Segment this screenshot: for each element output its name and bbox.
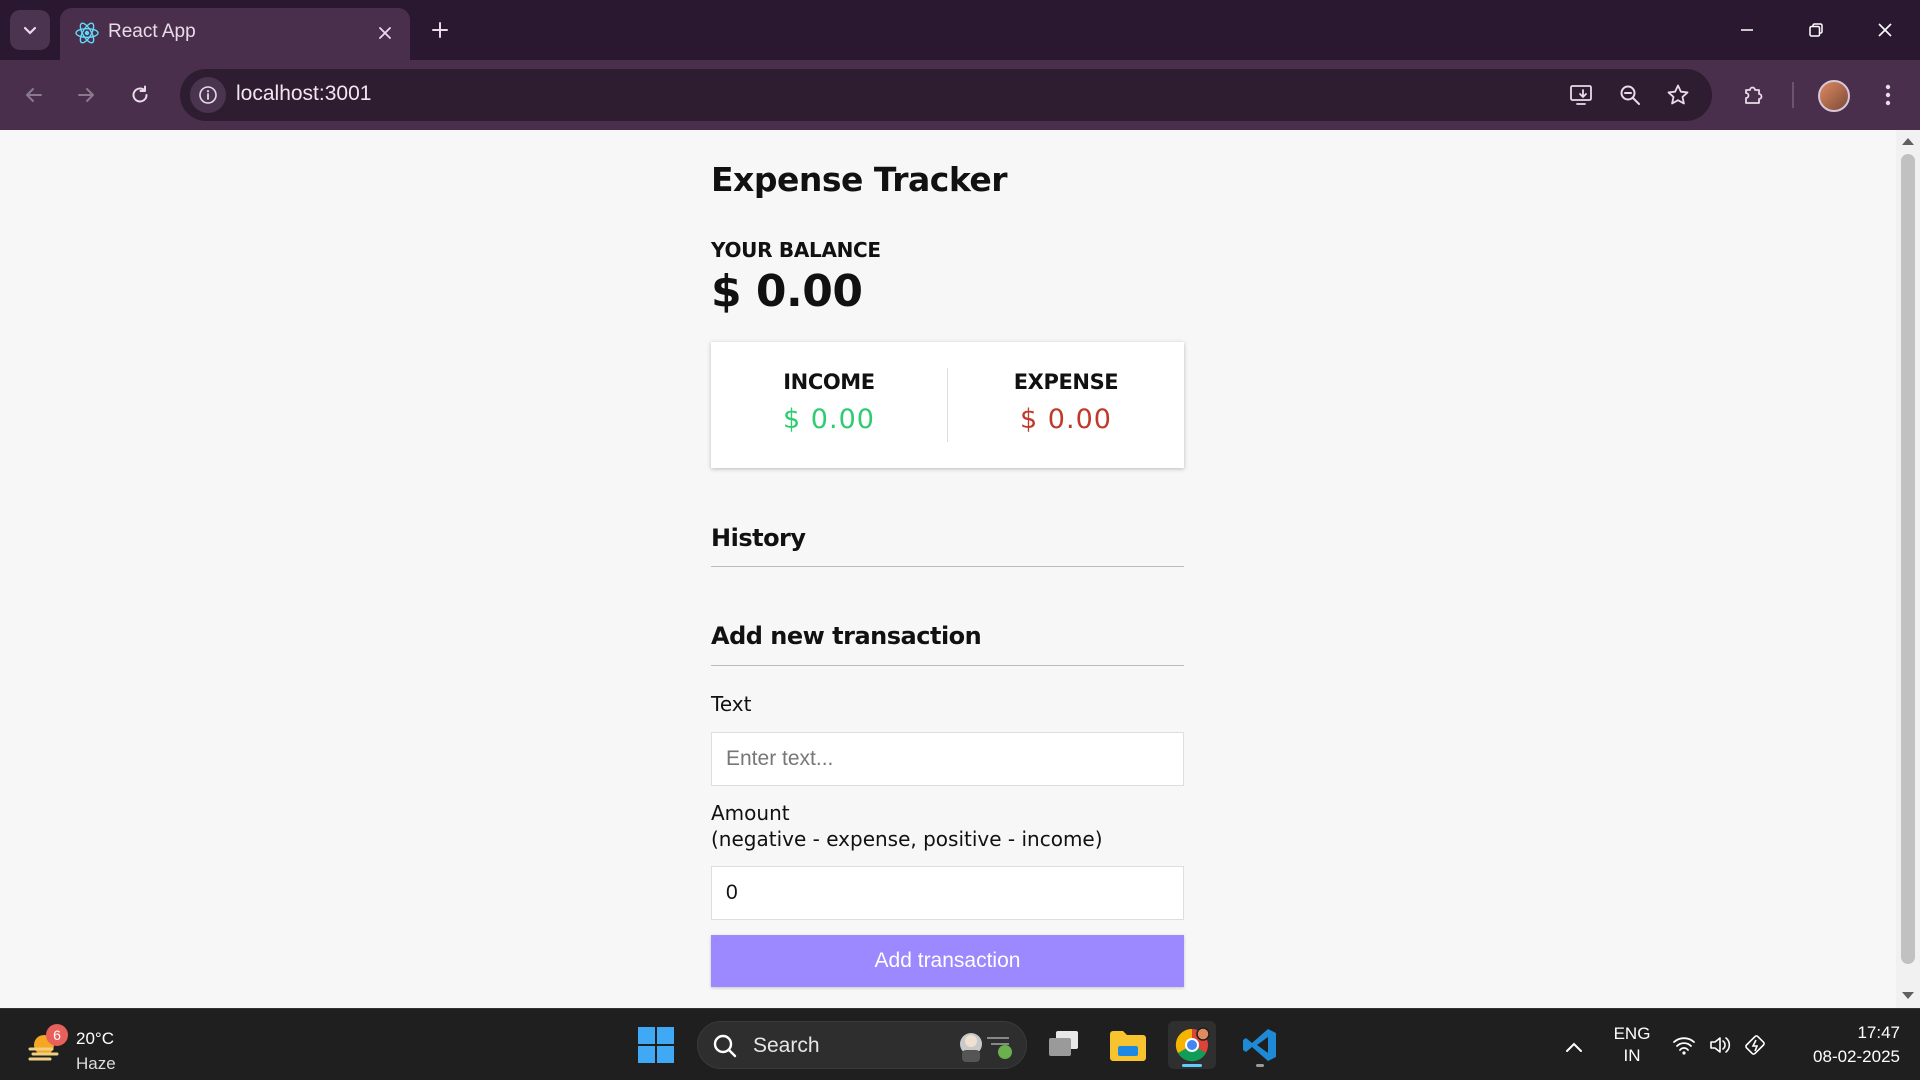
wifi-icon[interactable]: [1672, 1034, 1696, 1056]
expense-label: EXPENSE: [1013, 370, 1119, 394]
browser-menu-button[interactable]: [1868, 75, 1908, 115]
info-icon: [199, 86, 217, 104]
chrome-icon: [1175, 1027, 1210, 1062]
volume-icon[interactable]: [1708, 1034, 1732, 1056]
amount-label: Amount: [711, 801, 790, 825]
browser-toolbar: localhost:3001: [0, 60, 1920, 130]
restore-icon: [1809, 23, 1823, 37]
battery-charging-icon[interactable]: [1744, 1034, 1768, 1056]
language-indicator[interactable]: ENG IN: [1608, 1023, 1656, 1067]
history-divider: [711, 566, 1184, 567]
tab-strip: React App: [0, 0, 1920, 60]
reload-button[interactable]: [120, 75, 160, 115]
vscode-taskbar-button[interactable]: [1236, 1021, 1284, 1069]
windows-start-icon[interactable]: [636, 1025, 676, 1065]
zoom-button[interactable]: [1614, 79, 1646, 111]
amount-field-label: Amount (negative - expense, positive - i…: [711, 800, 1103, 852]
new-tab-button[interactable]: [422, 12, 458, 48]
scroll-up-arrow-icon[interactable]: [1902, 138, 1914, 145]
folder-icon: [1110, 1031, 1146, 1061]
close-icon: [1878, 23, 1892, 37]
show-hidden-icons-button[interactable]: [1556, 1033, 1592, 1061]
address-bar[interactable]: localhost:3001: [180, 69, 1712, 121]
text-input[interactable]: [711, 732, 1184, 786]
bookmark-button[interactable]: [1662, 79, 1694, 111]
taskbar-search[interactable]: Search: [697, 1021, 1027, 1069]
income-value: $ 0.00: [783, 404, 875, 435]
tab-close-button[interactable]: [372, 20, 398, 46]
weather-temperature: 20°C: [76, 1029, 114, 1048]
scroll-thumb[interactable]: [1901, 154, 1915, 964]
chevron-up-icon: [1566, 1042, 1582, 1052]
text-field-label: Text: [711, 692, 752, 716]
add-transaction-divider: [711, 665, 1184, 666]
income-block: INCOME $ 0.00: [711, 342, 947, 468]
chevron-down-icon: [23, 26, 37, 35]
puzzle-icon: [1745, 86, 1763, 104]
amount-hint: (negative - expense, positive - income): [711, 827, 1103, 851]
zoom-out-icon: [1620, 85, 1640, 105]
extensions-button[interactable]: [1734, 75, 1774, 115]
weather-widget[interactable]: 6 20°C Haze: [24, 1019, 144, 1073]
page-scrollbar[interactable]: [1896, 130, 1920, 1008]
system-tray[interactable]: [1672, 1029, 1768, 1061]
expense-block: EXPENSE $ 0.00: [948, 342, 1184, 468]
amount-input[interactable]: [711, 866, 1184, 920]
system-clock[interactable]: 17:47 08-02-2025: [1790, 1021, 1900, 1069]
add-transaction-button[interactable]: Add transaction: [711, 935, 1184, 987]
scroll-down-arrow-icon[interactable]: [1902, 992, 1914, 999]
profile-avatar[interactable]: [1818, 80, 1850, 112]
tab-title: React App: [108, 21, 196, 42]
task-view-button[interactable]: [1040, 1021, 1088, 1069]
install-icon: [1570, 85, 1592, 105]
chrome-taskbar-button[interactable]: [1168, 1021, 1216, 1069]
restore-button[interactable]: [1793, 10, 1839, 50]
language-code: ENG: [1613, 1024, 1651, 1043]
close-icon: [379, 27, 391, 39]
expense-value: $ 0.00: [1020, 404, 1112, 435]
arrow-left-icon: [26, 88, 42, 102]
balance-label: YOUR BALANCE: [711, 238, 881, 262]
toolbar-divider: [1792, 82, 1794, 108]
browser-tab-active[interactable]: React App: [60, 8, 410, 60]
active-app-indicator: [1182, 1064, 1202, 1067]
balance-value: $ 0.00: [711, 266, 863, 317]
more-vertical-icon: [1885, 84, 1891, 106]
window-close-button[interactable]: [1862, 10, 1908, 50]
back-button[interactable]: [14, 75, 54, 115]
url-text[interactable]: localhost:3001: [236, 82, 371, 106]
region-code: IN: [1623, 1046, 1641, 1065]
plus-icon: [432, 22, 448, 38]
income-expense-card: INCOME $ 0.00 EXPENSE $ 0.00: [711, 342, 1184, 468]
arrow-right-icon: [78, 88, 94, 102]
tab-search-button[interactable]: [10, 10, 50, 50]
star-icon: [1667, 84, 1689, 105]
task-view-icon: [1049, 1031, 1078, 1056]
search-icon: [713, 1034, 737, 1058]
windows-taskbar: 6 20°C Haze Search ENG IN 17:47 08-02-20…: [0, 1008, 1920, 1080]
reload-icon: [132, 85, 148, 103]
minimize-button[interactable]: [1724, 10, 1770, 50]
clock-time: 17:47: [1857, 1023, 1900, 1042]
search-label: Search: [753, 1034, 820, 1057]
running-app-indicator: [1256, 1064, 1264, 1067]
react-logo-icon: [75, 22, 99, 44]
add-transaction-heading: Add new transaction: [711, 622, 982, 650]
weather-condition: Haze: [76, 1054, 116, 1073]
install-app-button[interactable]: [1566, 79, 1598, 111]
clock-date: 08-02-2025: [1813, 1047, 1900, 1066]
page-viewport: Expense Tracker YOUR BALANCE $ 0.00 INCO…: [0, 130, 1896, 1008]
vscode-icon: [1243, 1029, 1276, 1061]
income-label: INCOME: [783, 370, 875, 394]
search-highlight-icon: [960, 1033, 1012, 1062]
site-info-button[interactable]: [190, 77, 226, 113]
minimize-icon: [1741, 29, 1753, 31]
page-title: Expense Tracker: [711, 160, 1008, 199]
forward-button[interactable]: [66, 75, 106, 115]
weather-badge: 6: [46, 1024, 68, 1046]
history-heading: History: [711, 524, 806, 552]
file-explorer-button[interactable]: [1104, 1021, 1152, 1069]
